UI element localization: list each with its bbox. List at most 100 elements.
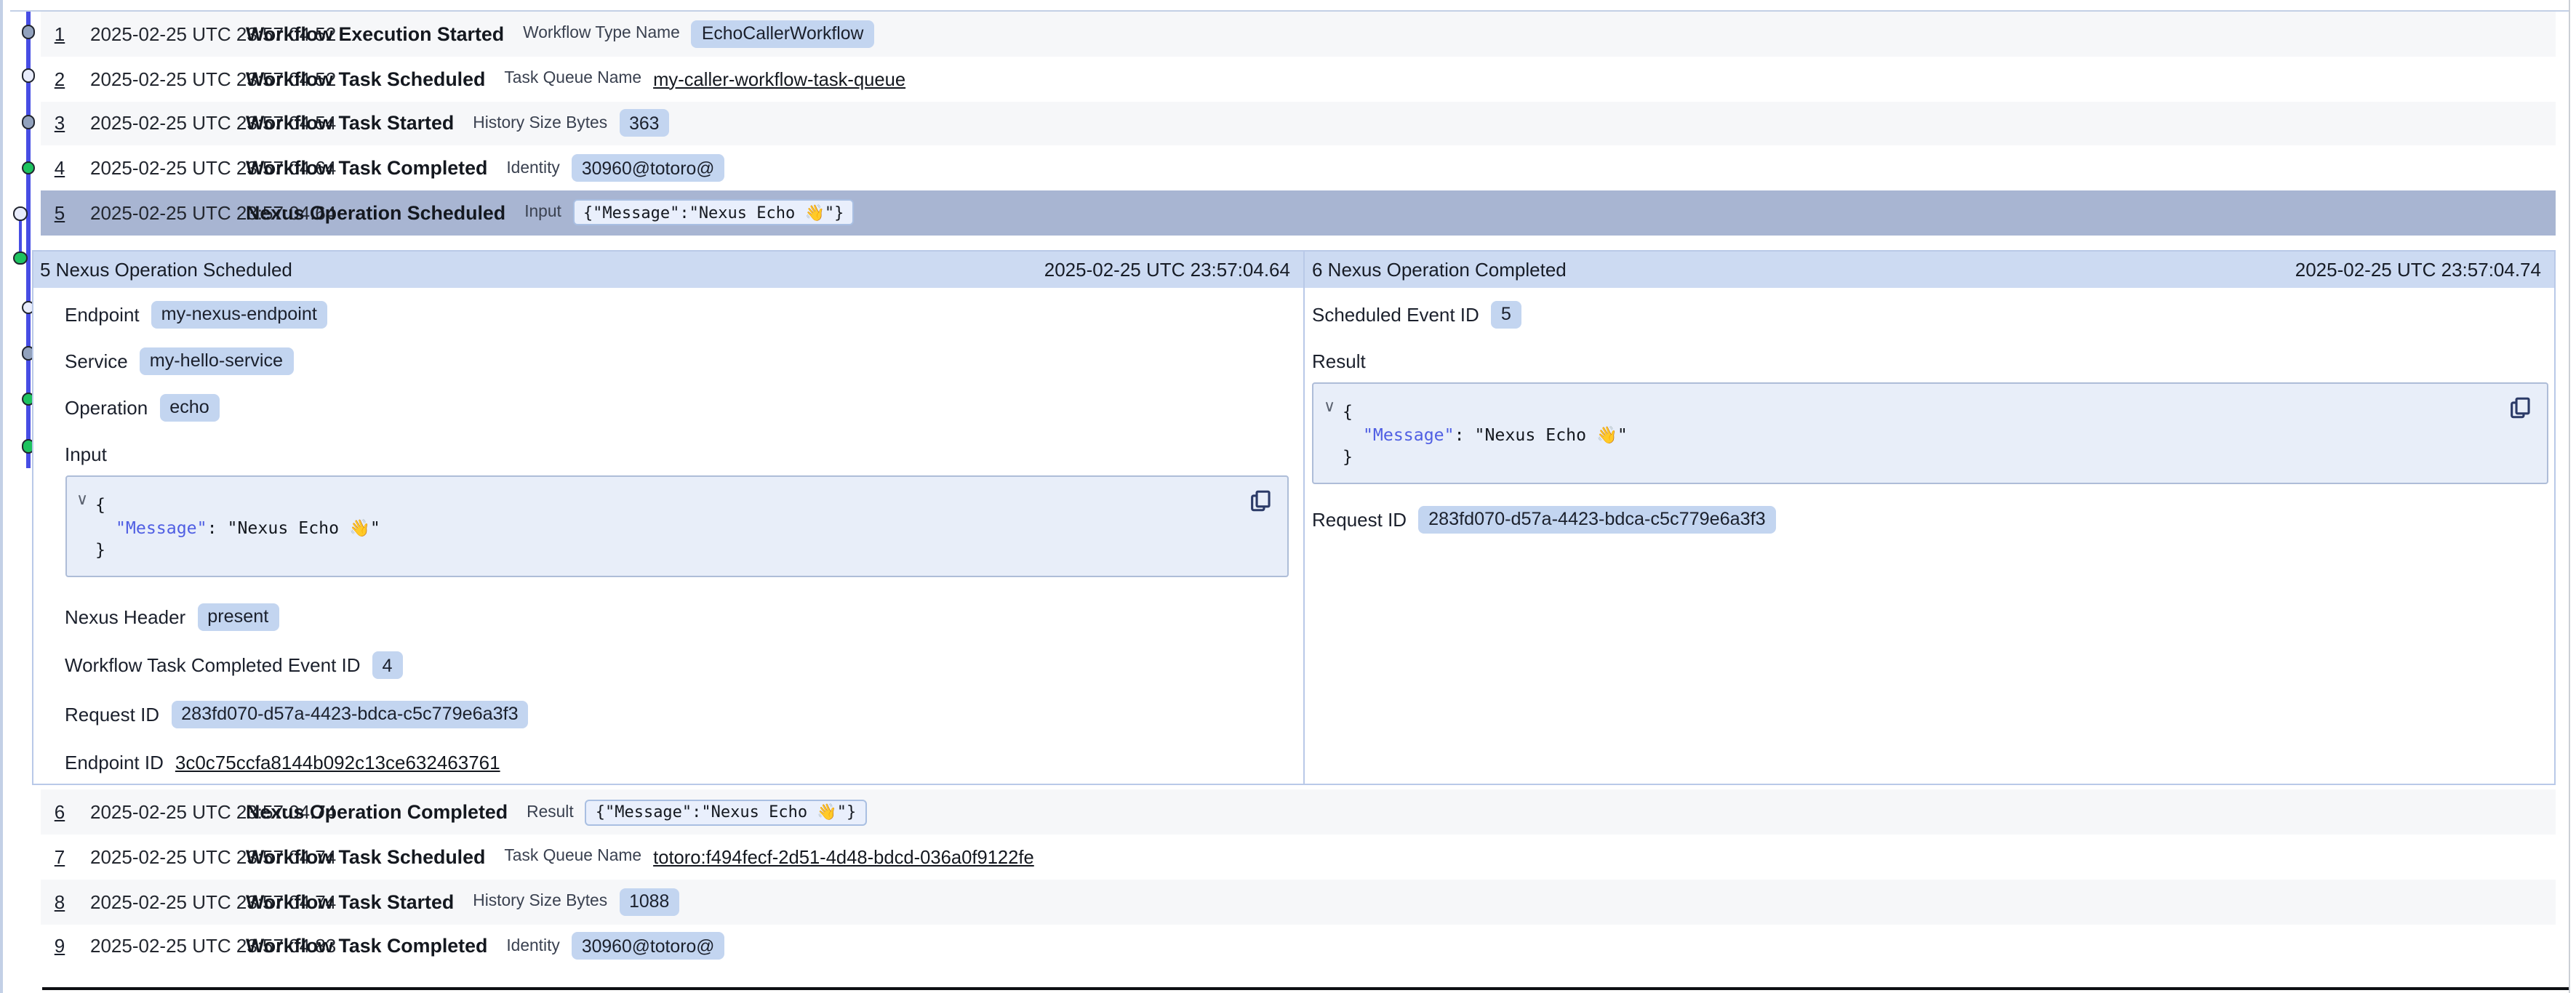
- timeline-marker-workflow-task-completed[interactable]: [21, 161, 35, 174]
- event-field-link[interactable]: totoro:f494fecf-2d51-4d48-bdcd-036a0f912…: [653, 846, 1034, 868]
- event-title: Workflow Task Scheduled: [246, 68, 485, 89]
- event-timestamp: 2025-02-25 UTC 23:57:04.64: [90, 202, 231, 224]
- timeline-marker-workflow-task-scheduled[interactable]: [21, 68, 35, 82]
- event-number-link[interactable]: 7: [50, 846, 69, 868]
- endpoint-id-link[interactable]: 3c0c75ccfa8144b092c13ce632463761: [175, 752, 500, 773]
- field-value-badge: 283fd070-d57a-4423-bdca-c5c779e6a3f3: [171, 700, 529, 728]
- json-key: "Message": [1363, 425, 1455, 445]
- field-value-badge: echo: [159, 394, 220, 422]
- collapse-chevron-icon[interactable]: ∨: [76, 494, 88, 510]
- json-content: { "Message": "Nexus Echo 👋" }: [1313, 385, 2547, 470]
- event-detail-panels: 5 Nexus Operation Scheduled 2025-02-25 U…: [31, 250, 2556, 786]
- event-field-label: Identity: [506, 159, 559, 177]
- event-field-label: Identity: [506, 938, 559, 955]
- event-field-badge: 1088: [619, 888, 679, 915]
- field-value-badge: 5: [1491, 301, 1521, 329]
- event-title: Nexus Operation Completed: [246, 801, 508, 823]
- field-nexus-header: Nexus Header present: [65, 592, 1289, 641]
- event-row-6[interactable]: 6 2025-02-25 UTC 23:57:04.74 Nexus Operati…: [40, 790, 2556, 835]
- event-number-link[interactable]: 9: [50, 936, 69, 957]
- event-timestamp: 2025-02-25 UTC 23:57:04.52: [90, 68, 231, 89]
- field-operation: Operation echo: [65, 385, 1289, 431]
- event-payload-badge: {"Message":"Nexus Echo 👋"}: [585, 799, 867, 825]
- event-row-3[interactable]: 3 2025-02-25 UTC 23:57:04.54 Workflow Task…: [40, 101, 2556, 146]
- event-title: Workflow Task Started: [246, 113, 454, 134]
- field-value-badge: my-hello-service: [140, 347, 293, 375]
- panel-header: 6 Nexus Operation Completed 2025-02-25 U…: [1305, 252, 2554, 289]
- event-timestamp: 2025-02-25 UTC 23:57:04.64: [90, 157, 231, 179]
- event-number-link[interactable]: 8: [50, 891, 69, 912]
- field-request-id: Request ID 283fd070-d57a-4423-bdca-c5c77…: [65, 690, 1289, 739]
- field-label: Endpoint: [65, 304, 140, 326]
- event-title: Workflow Task Completed: [246, 936, 487, 957]
- event-history-list: 1 2025-02-25 UTC 23:57:04.52 Workflow Exec…: [40, 12, 2556, 969]
- panel-header: 5 Nexus Operation Scheduled 2025-02-25 U…: [33, 252, 1303, 289]
- event-field-badge: EchoCallerWorkflow: [692, 20, 874, 48]
- event-row-9[interactable]: 9 2025-02-25 UTC 23:57:04.83 Workflow Task…: [40, 924, 2556, 969]
- event-payload-badge: {"Message":"Nexus Echo 👋"}: [573, 200, 855, 226]
- event-number-link[interactable]: 2: [50, 68, 69, 89]
- event-title: Nexus Operation Scheduled: [246, 202, 505, 224]
- event-timestamp: 2025-02-25 UTC 23:57:04.54: [90, 113, 231, 134]
- event-field-badge: 30960@totoro@: [572, 154, 725, 182]
- field-value-badge: 4: [372, 651, 403, 679]
- panel-nexus-operation-completed: 6 Nexus Operation Completed 2025-02-25 U…: [1305, 252, 2554, 784]
- field-label: Workflow Task Completed Event ID: [65, 654, 361, 676]
- panel-body: Scheduled Event ID 5 Result ∨ { "Message…: [1305, 289, 2554, 784]
- json-key: "Message": [116, 518, 207, 538]
- copy-icon[interactable]: [2508, 396, 2532, 421]
- field-label: Service: [65, 350, 128, 372]
- event-number-link[interactable]: 5: [50, 202, 69, 224]
- timeline-marker-nexus-operation-scheduled[interactable]: [13, 206, 27, 220]
- field-label: Operation: [65, 397, 148, 419]
- event-field-label: Input: [524, 204, 561, 222]
- field-value-badge: present: [197, 603, 279, 630]
- event-number-link[interactable]: 4: [50, 157, 69, 179]
- event-title: Workflow Execution Started: [246, 23, 504, 45]
- event-number-link[interactable]: 3: [50, 113, 69, 134]
- event-row-5[interactable]: 5 2025-02-25 UTC 23:57:04.64 Nexus Operati…: [40, 190, 2556, 236]
- timeline-marker-nexus-operation-completed[interactable]: [13, 251, 27, 265]
- event-timestamp: 2025-02-25 UTC 23:57:04.74: [90, 801, 231, 823]
- event-row-7[interactable]: 72025-02-25 UTC 23:57:04.74Workflow Task…: [40, 835, 2556, 880]
- event-number-link[interactable]: 1: [50, 23, 69, 45]
- result-section-label: Result: [1312, 338, 2548, 377]
- panel-timestamp: 2025-02-25 UTC 23:57:04.64: [1044, 259, 1290, 281]
- event-field-label: Result: [527, 803, 574, 821]
- event-title: Workflow Task Scheduled: [246, 846, 485, 868]
- field-service: Service my-hello-service: [65, 338, 1289, 385]
- panel-timestamp: 2025-02-25 UTC 23:57:04.74: [2295, 259, 2541, 281]
- event-timestamp: 2025-02-25 UTC 23:57:04.52: [90, 23, 231, 45]
- field-endpoint: Endpoint my-nexus-endpoint: [65, 292, 1289, 338]
- field-label: Scheduled Event ID: [1312, 304, 1479, 326]
- right-edge-divider: [2568, 0, 2570, 993]
- event-timestamp: 2025-02-25 UTC 23:57:04.83: [90, 936, 231, 957]
- event-field-label: History Size Bytes: [473, 893, 607, 910]
- event-field-label: Task Queue Name: [504, 70, 641, 87]
- timeline-marker-workflow-execution-started[interactable]: [21, 25, 35, 39]
- input-section-label: Input: [65, 431, 1289, 470]
- event-field-badge: 30960@totoro@: [572, 933, 725, 960]
- timeline-marker-workflow-task-started[interactable]: [21, 115, 35, 129]
- json-content: { "Message": "Nexus Echo 👋" }: [66, 478, 1287, 563]
- copy-icon[interactable]: [1248, 489, 1273, 514]
- collapse-chevron-icon[interactable]: ∨: [1324, 401, 1335, 417]
- field-label: Request ID: [65, 703, 159, 725]
- event-number-link[interactable]: 6: [50, 801, 69, 823]
- event-field-label: History Size Bytes: [473, 115, 607, 132]
- screen: 1 2025-02-25 UTC 23:57:04.52 Workflow Exec…: [0, 0, 2576, 993]
- field-workflow-task-completed-event-id: Workflow Task Completed Event ID 4: [65, 641, 1289, 690]
- field-label: Request ID: [1312, 509, 1407, 531]
- event-row-1[interactable]: 1 2025-02-25 UTC 23:57:04.52 Workflow Exec…: [40, 12, 2556, 57]
- bottom-divider: [42, 987, 2569, 990]
- event-row-8[interactable]: 82025-02-25 UTC 23:57:04.74Workflow Task…: [40, 880, 2556, 925]
- panel-nexus-operation-scheduled: 5 Nexus Operation Scheduled 2025-02-25 U…: [33, 252, 1305, 784]
- event-row-2[interactable]: 2 2025-02-25 UTC 23:57:04.52 Workflow Task…: [40, 57, 2556, 102]
- event-row-4[interactable]: 4 2025-02-25 UTC 23:57:04.64 Workflow Task…: [40, 146, 2556, 191]
- event-field-badge: 363: [619, 110, 669, 137]
- field-request-id: Request ID 283fd070-d57a-4423-bdca-c5c77…: [1312, 496, 2548, 543]
- event-field-label: Workflow Type Name: [523, 25, 680, 43]
- event-title: Workflow Task Completed: [246, 157, 487, 179]
- event-field-link[interactable]: my-caller-workflow-task-queue: [653, 68, 905, 89]
- input-json-block: ∨ { "Message": "Nexus Echo 👋" }: [65, 476, 1289, 578]
